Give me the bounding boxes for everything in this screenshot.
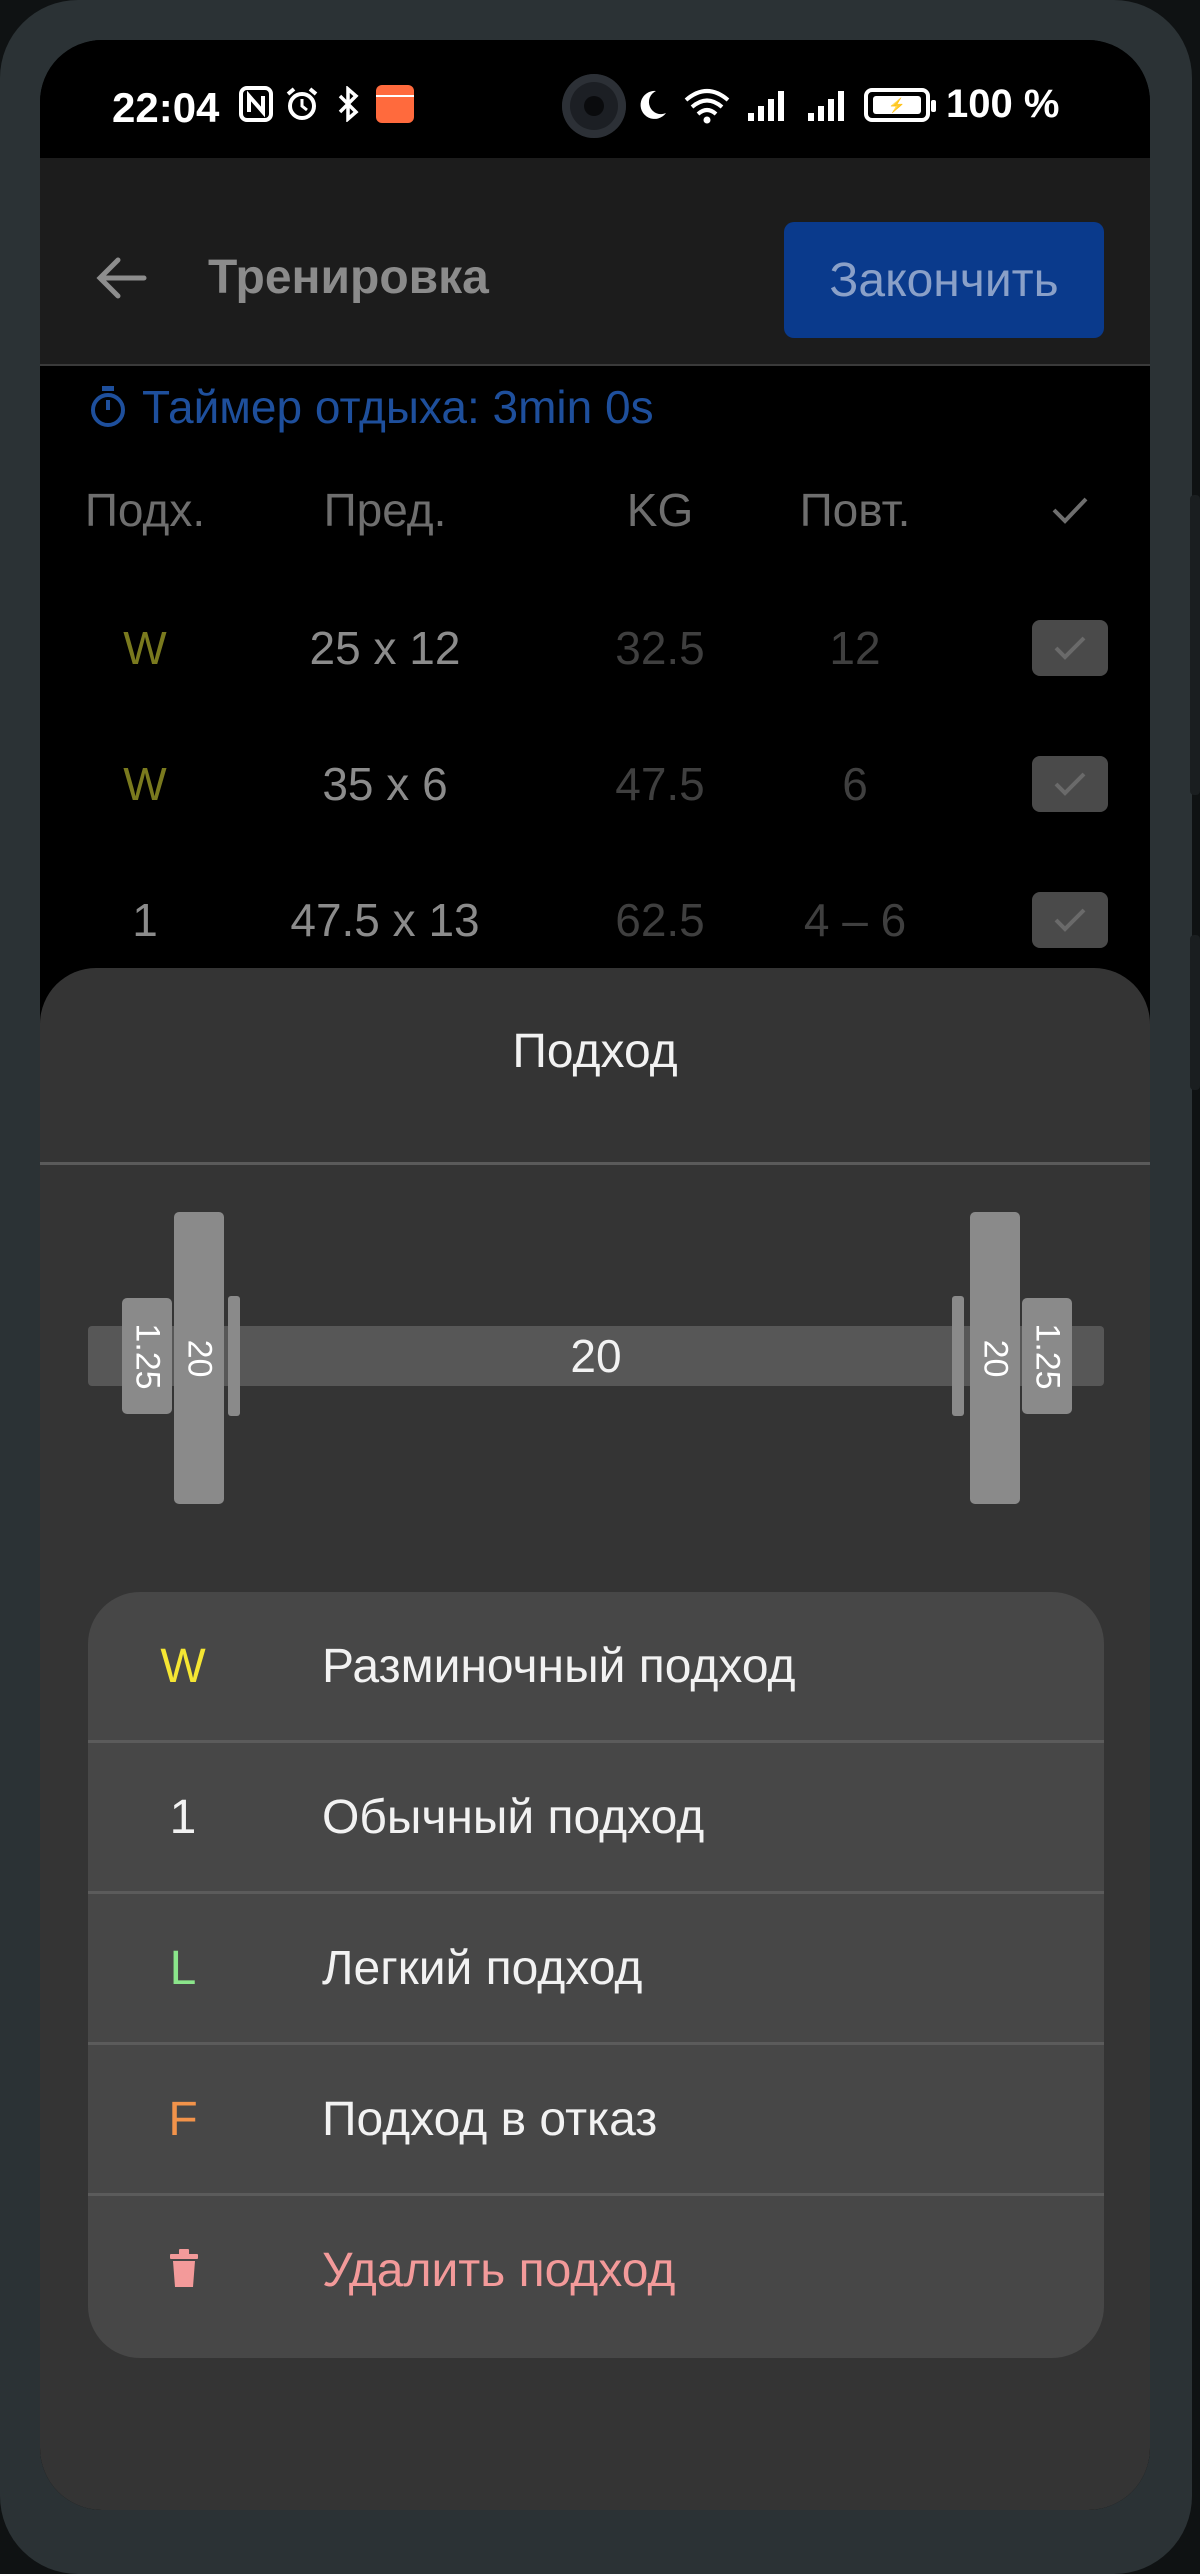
menu-item-label: Легкий подход — [322, 1941, 643, 1995]
menu-item-label: Обычный подход — [322, 1790, 705, 1844]
header-set: Подх. — [84, 484, 206, 536]
plate-left-large: 20 — [174, 1212, 224, 1504]
previous-value: 25 x 12 — [309, 622, 461, 674]
page-title: Тренировка — [208, 251, 489, 304]
light-badge: L — [169, 1941, 197, 1995]
status-time: 22:04 — [112, 84, 220, 131]
normal-badge: 1 — [169, 1790, 197, 1844]
plate-right-large: 20 — [970, 1212, 1020, 1504]
menu-item-label: Удалить подход — [322, 2243, 676, 2297]
divider — [40, 1162, 1150, 1165]
app-bar: Тренировка Закончить — [40, 158, 1150, 366]
status-bar: 22:04 ⚡ 100 % — [40, 40, 1150, 158]
status-icons-left — [238, 84, 414, 124]
trash-icon — [170, 2249, 198, 2287]
battery-percent: 100 % — [946, 82, 1060, 126]
failure-badge: F — [168, 2092, 198, 2146]
moon-icon — [634, 85, 670, 125]
header-reps: Повт. — [799, 484, 911, 536]
volume-button — [1190, 495, 1200, 795]
screen: 22:04 ⚡ 100 % Тренировка Закончить Тайме… — [40, 40, 1150, 2510]
back-arrow-icon[interactable] — [92, 254, 152, 302]
warmup-badge: W — [160, 1639, 206, 1693]
menu-item-failure[interactable]: F Подход в отказ — [88, 2045, 1104, 2196]
sets-table: Подх. Пред. KG Повт. W 25 x 12 32.5 12 W — [40, 440, 1150, 988]
signal-icon — [804, 85, 852, 125]
collar-right — [952, 1296, 964, 1416]
plate-left-small: 1.25 — [122, 1298, 172, 1414]
wifi-icon — [682, 85, 732, 125]
check-icon — [1054, 636, 1086, 660]
set-type[interactable]: W — [70, 580, 220, 716]
finish-workout-button[interactable]: Закончить — [784, 222, 1104, 338]
menu-item-warmup[interactable]: W Разминочный подход — [88, 1592, 1104, 1743]
battery-icon: ⚡ — [864, 87, 936, 122]
header-previous: Пред. — [323, 484, 447, 536]
table-row: W 35 x 6 47.5 6 — [40, 716, 1150, 852]
bluetooth-icon — [330, 84, 366, 124]
menu-item-label: Подход в отказ — [322, 2092, 658, 2146]
barbell-visual: 20 1.25 20 20 1.25 — [88, 1212, 1104, 1504]
header-kg: KG — [626, 484, 694, 536]
menu-item-delete[interactable]: Удалить подход — [88, 2196, 1104, 2344]
previous-value: 35 x 6 — [322, 758, 448, 810]
status-icons-right: ⚡ 100 % — [634, 82, 1059, 127]
rest-timer[interactable]: Таймер отдыха: 3min 0s — [88, 380, 654, 434]
plate-right-small: 1.25 — [1022, 1298, 1072, 1414]
table-row: W 25 x 12 32.5 12 — [40, 580, 1150, 716]
power-button — [1190, 935, 1200, 1090]
header-check-icon — [1020, 440, 1120, 580]
set-options-sheet: Подход 20 1.25 20 20 1.25 W Разминочный … — [40, 968, 1150, 2510]
kg-input[interactable]: 47.5 — [560, 716, 760, 852]
nfc-icon — [238, 84, 274, 124]
alarm-icon — [284, 84, 320, 124]
table-header: Подх. Пред. KG Повт. — [40, 440, 1150, 580]
signal-icon — [744, 85, 792, 125]
menu-item-normal[interactable]: 1 Обычный подход — [88, 1743, 1104, 1894]
reps-input[interactable]: 12 — [740, 580, 970, 716]
check-icon — [1054, 908, 1086, 932]
menu-item-label: Разминочный подход — [322, 1639, 796, 1693]
collar-left — [228, 1296, 240, 1416]
set-type[interactable]: W — [70, 716, 220, 852]
calendar-icon — [376, 85, 414, 123]
kg-input[interactable]: 32.5 — [560, 580, 760, 716]
menu-item-light[interactable]: L Легкий подход — [88, 1894, 1104, 2045]
set-type-menu: W Разминочный подход 1 Обычный подход L … — [88, 1592, 1104, 2358]
phone-frame: 22:04 ⚡ 100 % Тренировка Закончить Тайме… — [0, 0, 1200, 2574]
sheet-title: Подход — [512, 1025, 678, 1078]
rest-timer-label: Таймер отдыха: 3min 0s — [142, 381, 654, 433]
check-icon — [1054, 772, 1086, 796]
front-camera — [562, 74, 626, 138]
bar-weight: 20 — [570, 1330, 622, 1382]
complete-checkbox[interactable] — [1020, 580, 1120, 716]
reps-input[interactable]: 6 — [740, 716, 970, 852]
complete-checkbox[interactable] — [1020, 716, 1120, 852]
stopwatch-icon — [91, 386, 125, 427]
